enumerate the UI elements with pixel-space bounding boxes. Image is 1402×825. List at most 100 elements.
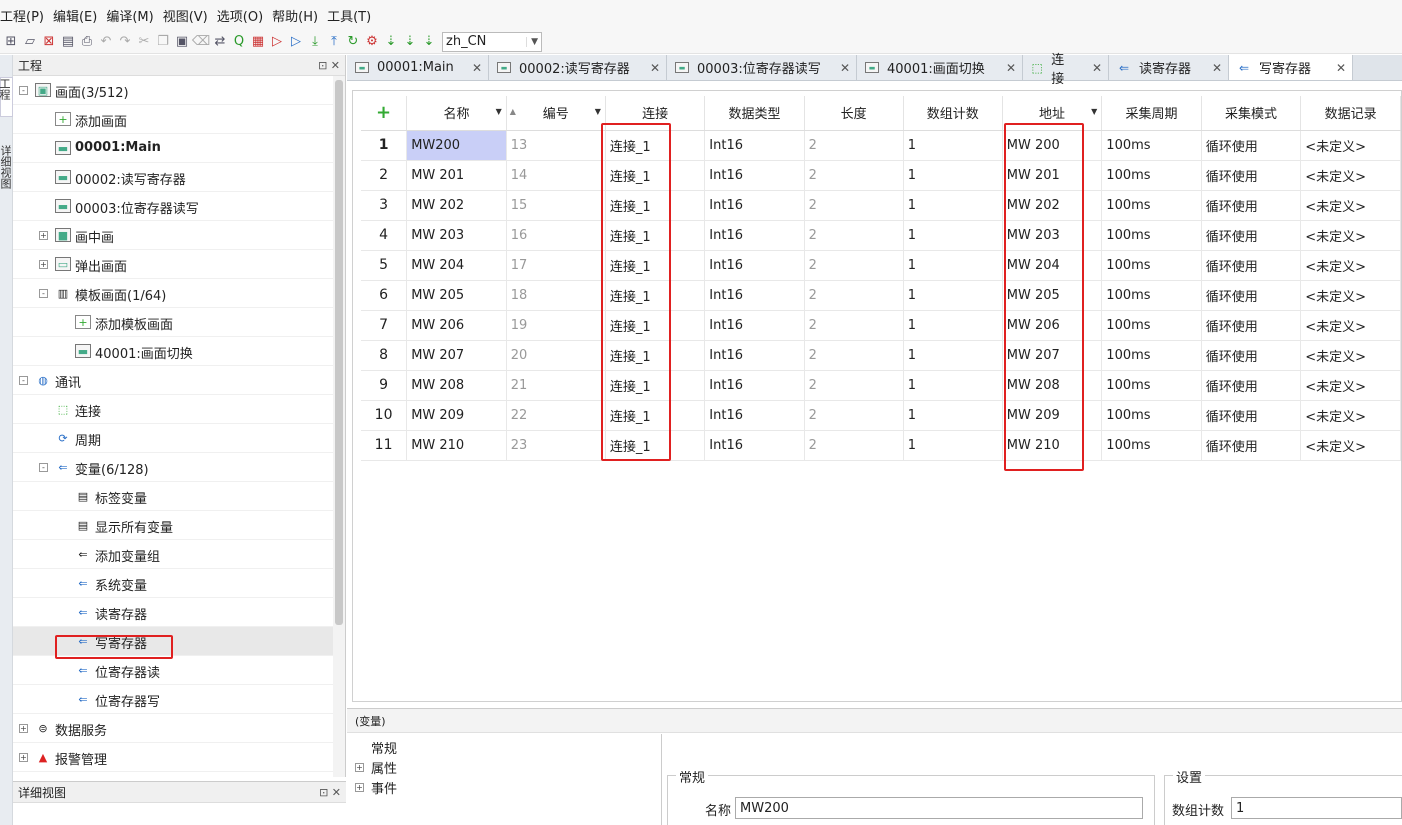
table-cell[interactable]: 循环使用 bbox=[1201, 220, 1302, 251]
table-cell[interactable]: MW 204 bbox=[1002, 250, 1103, 281]
table-cell[interactable]: 100ms bbox=[1101, 130, 1202, 161]
tree-node[interactable]: ⇐ 系统变量 bbox=[13, 569, 334, 598]
table-cell[interactable]: 循环使用 bbox=[1201, 190, 1302, 221]
column-header[interactable]: 名称 ▼ bbox=[406, 96, 507, 131]
tree-node[interactable]: + ■ 画中画 bbox=[13, 221, 334, 250]
search-icon[interactable]: Q bbox=[230, 33, 248, 51]
close-icon[interactable]: ✕ bbox=[1318, 61, 1346, 75]
tree-node[interactable]: + 添加画面 bbox=[13, 105, 334, 134]
table-cell[interactable]: 2 bbox=[804, 160, 904, 191]
table-cell[interactable]: 100ms bbox=[1101, 250, 1202, 281]
table-cell[interactable]: MW 210 bbox=[406, 430, 507, 461]
table-cell[interactable]: 1 bbox=[903, 190, 1003, 221]
table-cell[interactable]: MW 202 bbox=[406, 190, 507, 221]
table-cell[interactable]: MW 207 bbox=[1002, 340, 1103, 371]
table-cell[interactable]: 1 bbox=[903, 400, 1003, 431]
table-cell[interactable]: MW 200 bbox=[1002, 130, 1103, 161]
transfer3-icon[interactable]: ⇣ bbox=[420, 33, 438, 51]
table-cell[interactable]: 100ms bbox=[1101, 310, 1202, 341]
redo-icon[interactable]: ↷ bbox=[116, 33, 134, 51]
table-cell[interactable]: 连接_1 bbox=[605, 280, 706, 311]
table-cell[interactable]: 连接_1 bbox=[605, 220, 706, 251]
table-cell[interactable]: Int16 bbox=[704, 370, 805, 401]
open-icon[interactable]: ▱ bbox=[21, 33, 39, 51]
table-cell[interactable]: 23 bbox=[506, 430, 606, 461]
table-cell[interactable]: 100ms bbox=[1101, 340, 1202, 371]
menu-item-0[interactable]: 工程(P) bbox=[0, 6, 49, 25]
table-cell[interactable]: 100ms bbox=[1101, 220, 1202, 251]
close-icon[interactable]: ✕ bbox=[454, 61, 482, 75]
table-cell[interactable]: 连接_1 bbox=[605, 310, 706, 341]
tree-node[interactable]: ⬚ 连接 bbox=[13, 395, 334, 424]
tab-6[interactable]: ⇐ 写寄存器 ✕ bbox=[1229, 55, 1353, 80]
table-cell[interactable]: 16 bbox=[506, 220, 606, 251]
side-tab-detail[interactable]: 详细视图 bbox=[0, 145, 13, 205]
table-cell[interactable]: 2 bbox=[804, 340, 904, 371]
tree-node[interactable]: ⇐ 位寄存器读 bbox=[13, 656, 334, 685]
table-cell[interactable]: 1 bbox=[903, 220, 1003, 251]
save-icon[interactable]: ▤ bbox=[59, 33, 77, 51]
table-cell[interactable]: <未定义> bbox=[1300, 250, 1401, 281]
table-cell[interactable]: 2 bbox=[804, 220, 904, 251]
table-cell[interactable]: Int16 bbox=[704, 130, 805, 161]
table-cell[interactable]: 循环使用 bbox=[1201, 280, 1302, 311]
name-field[interactable]: MW200 bbox=[735, 797, 1143, 819]
table-cell[interactable]: Int16 bbox=[704, 430, 805, 461]
table-cell[interactable]: <未定义> bbox=[1300, 310, 1401, 341]
table-cell[interactable]: 2 bbox=[804, 310, 904, 341]
tree-node[interactable]: + ▭ 弹出画面 bbox=[13, 250, 334, 279]
expand-icon[interactable]: + bbox=[19, 724, 28, 733]
table-cell[interactable]: <未定义> bbox=[1300, 160, 1401, 191]
detail-panel-controls[interactable]: ⊡ ✕ bbox=[319, 786, 341, 799]
expand-icon[interactable]: + bbox=[355, 783, 364, 792]
table-row[interactable]: 6 MW 205 18 连接_1 Int16 2 1 MW 205 100ms 循环使用 <未定义> bbox=[361, 280, 1401, 311]
close-icon[interactable]: ✕ bbox=[1194, 61, 1222, 75]
refresh-icon[interactable]: ↻ bbox=[344, 33, 362, 51]
table-cell[interactable]: 2 bbox=[804, 250, 904, 281]
collapse-icon[interactable]: - bbox=[39, 463, 48, 472]
table-cell[interactable]: 19 bbox=[506, 310, 606, 341]
scrollbar-thumb[interactable] bbox=[335, 80, 343, 625]
expand-icon[interactable]: + bbox=[39, 260, 48, 269]
table-cell[interactable]: 连接_1 bbox=[605, 130, 706, 161]
table-cell[interactable]: 循环使用 bbox=[1201, 340, 1302, 371]
menu-item-2[interactable]: 编译(M) bbox=[102, 6, 158, 25]
table-cell[interactable]: MW 208 bbox=[406, 370, 507, 401]
table-cell[interactable]: 15 bbox=[506, 190, 606, 221]
table-cell[interactable]: 连接_1 bbox=[605, 430, 706, 461]
tree-node[interactable]: ⟳ 周期 bbox=[13, 424, 334, 453]
table-cell[interactable]: 100ms bbox=[1101, 160, 1202, 191]
table-cell[interactable]: 2 bbox=[804, 190, 904, 221]
tree-node[interactable]: ▤ 标签变量 bbox=[13, 482, 334, 511]
transfer-icon[interactable]: ⇣ bbox=[382, 33, 400, 51]
table-cell[interactable]: 1 bbox=[903, 430, 1003, 461]
table-row[interactable]: 3 MW 202 15 连接_1 Int16 2 1 MW 202 100ms 循环使用 <未定义> bbox=[361, 190, 1401, 221]
collapse-icon[interactable]: - bbox=[19, 376, 28, 385]
tree-node[interactable]: - ◍ 通讯 bbox=[13, 366, 334, 395]
close-icon[interactable]: ⊠ bbox=[40, 33, 58, 51]
tree-node[interactable]: ⇐ 读寄存器 bbox=[13, 598, 334, 627]
table-cell[interactable]: <未定义> bbox=[1300, 280, 1401, 311]
filter-dropdown-icon[interactable]: ▼ bbox=[496, 107, 502, 116]
table-cell[interactable]: MW 201 bbox=[406, 160, 507, 191]
tree-node[interactable]: - ▥ 模板画面(1/64) bbox=[13, 279, 334, 308]
table-cell[interactable]: 18 bbox=[506, 280, 606, 311]
table-cell[interactable]: 20 bbox=[506, 340, 606, 371]
filter-dropdown-icon[interactable]: ▼ bbox=[1091, 107, 1097, 116]
table-cell[interactable]: 1 bbox=[903, 310, 1003, 341]
tab-5[interactable]: ⇐ 读寄存器 ✕ bbox=[1109, 55, 1229, 80]
expand-icon[interactable]: + bbox=[39, 231, 48, 240]
table-cell[interactable]: MW 209 bbox=[406, 400, 507, 431]
table-cell[interactable]: 17 bbox=[506, 250, 606, 281]
tab-4[interactable]: ⬚ 连接 ✕ bbox=[1023, 53, 1109, 87]
table-cell[interactable]: <未定义> bbox=[1300, 130, 1401, 161]
table-cell[interactable]: Int16 bbox=[704, 190, 805, 221]
close-icon[interactable]: ✕ bbox=[822, 61, 850, 75]
table-cell[interactable]: <未定义> bbox=[1300, 400, 1401, 431]
language-select[interactable]: zh_CN ▼ bbox=[442, 31, 542, 52]
column-header[interactable]: 长度 bbox=[804, 96, 904, 131]
table-row[interactable]: 1 MW200 13 连接_1 Int16 2 1 MW 200 100ms 循环使用 <未定义> bbox=[361, 130, 1401, 161]
table-cell[interactable]: <未定义> bbox=[1300, 190, 1401, 221]
tab-0[interactable]: ▬ 00001:Main ✕ bbox=[347, 55, 489, 80]
table-cell[interactable]: 2 bbox=[804, 130, 904, 161]
